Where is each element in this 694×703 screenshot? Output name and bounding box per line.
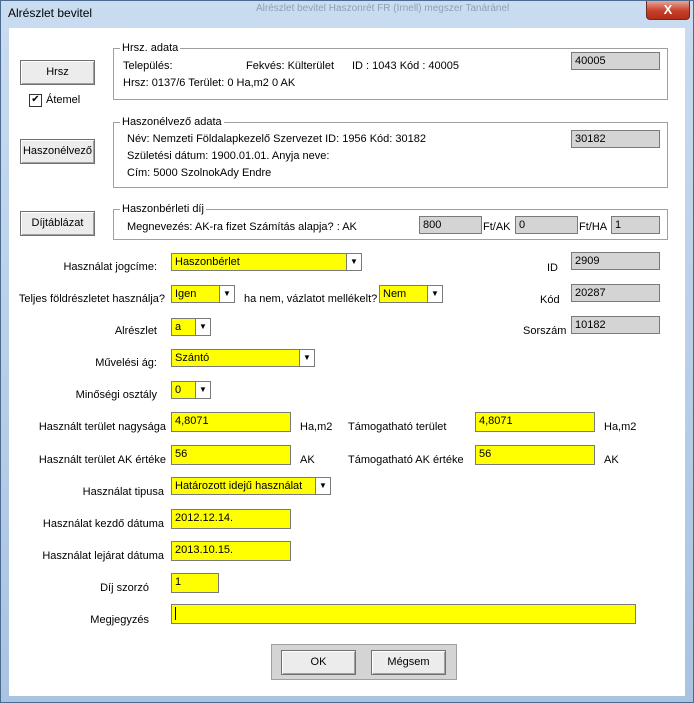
teljes-foldreszlet-label: Teljes földrészletet használja? xyxy=(18,293,165,305)
hasznalt-terulet-label: Használt terület nagysága xyxy=(38,421,166,433)
teljes-foldreszlet-value: Igen xyxy=(175,288,197,300)
hrsz-id-kod-text: ID : 1043 Kód : 40005 xyxy=(352,60,460,72)
haszonberleti-dij-group-title: Haszonbérleti díj xyxy=(120,203,206,215)
hasznalt-ak-input[interactable]: 56 xyxy=(171,445,291,465)
hasznalat-jogcime-label: Használat jogcíme: xyxy=(63,261,157,273)
kezdo-datum-label: Használat kezdő dátuma xyxy=(42,518,164,530)
hrsz-code-field: 40005 xyxy=(571,52,660,70)
dij-ft-ha-field: 0 xyxy=(515,216,578,234)
muvelesi-ag-label: Művelési ág: xyxy=(95,357,157,369)
kezdo-datum-input[interactable]: 2012.12.14. xyxy=(171,509,291,529)
background-window-text: Alrészlet bevitel Haszonrét FR (Irnell) … xyxy=(256,3,510,14)
ok-button[interactable]: OK xyxy=(281,650,356,675)
vazlat-mellekelt-label: ha nem, vázlatot mellékelt? xyxy=(244,293,378,305)
telepules-label: Település: xyxy=(123,60,173,72)
alreszlet-select[interactable]: a ▼ xyxy=(171,318,211,336)
muvelesi-ag-value: Szántó xyxy=(175,352,210,364)
haszonelvezo-group-title: Haszonélvező adata xyxy=(120,116,224,128)
megjegyzes-label: Megjegyzés xyxy=(90,614,149,626)
hrsz-button[interactable]: Hrsz xyxy=(20,60,95,85)
id-field: 2909 xyxy=(571,252,660,270)
chevron-down-icon: ▼ xyxy=(299,350,314,366)
dij-szorzo-input[interactable]: 1 xyxy=(171,573,219,593)
tamogathato-terulet-label: Támogatható terület xyxy=(348,421,447,433)
tamogathato-ak-unit: AK xyxy=(604,454,619,466)
haszonelvezo-cim-text: Cím: 5000 SzolnokAdy Endre xyxy=(127,167,272,179)
chevron-down-icon: ▼ xyxy=(195,319,210,335)
close-button[interactable]: X xyxy=(646,1,690,20)
kod-label: Kód xyxy=(540,294,560,306)
kod-field: 20287 xyxy=(571,284,660,302)
dialog-window: Alrészlet bevitel Alrészlet bevitel Hasz… xyxy=(0,0,694,703)
dij-ft-ha-unit: Ft/HA xyxy=(579,221,608,233)
chevron-down-icon: ▼ xyxy=(219,286,234,302)
tamogathato-ak-input[interactable]: 56 xyxy=(475,445,595,465)
vazlat-mellekelt-value: Nem xyxy=(383,288,407,300)
lejarat-datum-label: Használat lejárat dátuma xyxy=(42,550,164,562)
hasznalt-terulet-input[interactable]: 4,8071 xyxy=(171,412,291,432)
cancel-button[interactable]: Mégsem xyxy=(371,650,446,675)
minosegi-osztaly-value: 0 xyxy=(175,384,182,396)
text-cursor xyxy=(175,607,176,620)
hrsz-group-title: Hrsz. adata xyxy=(120,42,181,54)
chevron-down-icon: ▼ xyxy=(195,382,210,398)
vazlat-mellekelt-select[interactable]: Nem ▼ xyxy=(379,285,443,303)
sorszam-label: Sorszám xyxy=(523,325,567,337)
haszonelvezo-code-field: 30182 xyxy=(571,130,660,148)
hasznalat-jogcime-select[interactable]: Haszonbérlet ▼ xyxy=(171,253,362,271)
lejarat-datum-input[interactable]: 2013.10.15. xyxy=(171,541,291,561)
close-icon: X xyxy=(663,2,673,17)
muvelesi-ag-select[interactable]: Szántó ▼ xyxy=(171,349,315,367)
hasznalt-ak-unit: AK xyxy=(300,454,315,466)
telepules-value xyxy=(175,58,225,72)
id-label: ID xyxy=(547,262,558,274)
hasznalat-tipusa-label: Használat tipusa xyxy=(82,486,164,498)
fekves-text: Fekvés: Külterület xyxy=(246,60,335,72)
atemel-label: Átemel xyxy=(46,94,81,106)
hrsz-line-text: Hrsz: 0137/6 Terület: 0 Ha,m2 0 AK xyxy=(123,77,296,89)
dij-megnevezes-text: Megnevezés: AK-ra fizet Számítás alapja?… xyxy=(127,221,357,233)
megjegyzes-input[interactable] xyxy=(171,604,636,624)
haszonelvezo-nev-text: Név: Nemzeti Földalapkezelő Szervezet ID… xyxy=(127,133,426,145)
haszonelvezo-button[interactable]: Haszonélvező xyxy=(20,139,95,164)
tamogathato-ak-label: Támogatható AK értéke xyxy=(348,454,464,466)
tamogathato-terulet-input[interactable]: 4,8071 xyxy=(475,412,595,432)
hasznalat-jogcime-value: Haszonbérlet xyxy=(175,256,240,268)
minosegi-osztaly-select[interactable]: 0 ▼ xyxy=(171,381,211,399)
chevron-down-icon: ▼ xyxy=(346,254,361,270)
chevron-down-icon: ▼ xyxy=(427,286,442,302)
title-bar[interactable]: Alrészlet bevitel Alrészlet bevitel Hasz… xyxy=(1,1,693,27)
atemel-checkbox[interactable]: ✔ xyxy=(29,94,42,107)
hasznalt-ak-label: Használt terület AK értéke xyxy=(38,454,166,466)
dij-value3-field: 1 xyxy=(611,216,660,234)
haszonelvezo-szuletes-text: Születési dátum: 1900.01.01. Anyja neve: xyxy=(127,150,330,162)
sorszam-field: 10182 xyxy=(571,316,660,334)
hasznalat-tipusa-select[interactable]: Határozott idejű használat ▼ xyxy=(171,477,331,495)
alreszlet-value: a xyxy=(175,321,182,333)
minosegi-osztaly-label: Minőségi osztály xyxy=(75,389,157,401)
hasznalat-tipusa-value: Határozott idejű használat xyxy=(175,480,303,492)
alreszlet-label: Alrészlet xyxy=(114,325,157,337)
dij-ft-ak-unit: Ft/AK xyxy=(483,221,511,233)
tamogathato-terulet-unit: Ha,m2 xyxy=(604,421,637,433)
window-title: Alrészlet bevitel xyxy=(8,6,93,20)
dij-ft-ak-field: 800 xyxy=(419,216,482,234)
dij-szorzo-label: Díj szorzó xyxy=(100,582,149,594)
chevron-down-icon: ▼ xyxy=(315,478,330,494)
dialog-client-area: Hrsz ✔ Átemel Hrsz. adata Település: Fek… xyxy=(9,28,685,696)
dijtablazat-button[interactable]: Díjtáblázat xyxy=(20,211,95,236)
teljes-foldreszlet-select[interactable]: Igen ▼ xyxy=(171,285,235,303)
hasznalt-terulet-unit: Ha,m2 xyxy=(300,421,333,433)
